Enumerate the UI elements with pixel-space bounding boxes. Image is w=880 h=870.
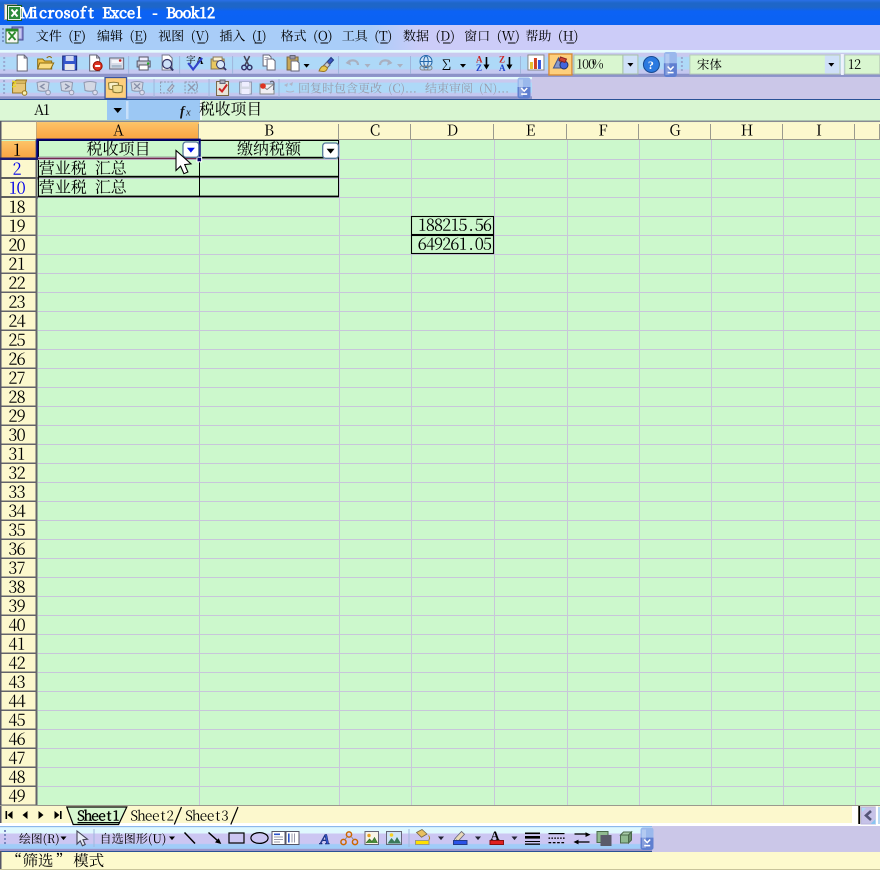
svg-text:A: A (319, 832, 330, 848)
svg-text:Z: Z (476, 62, 482, 72)
svg-text:A: A (499, 62, 506, 72)
svg-text:?: ? (648, 57, 654, 71)
svg-text:x: x (185, 108, 191, 119)
